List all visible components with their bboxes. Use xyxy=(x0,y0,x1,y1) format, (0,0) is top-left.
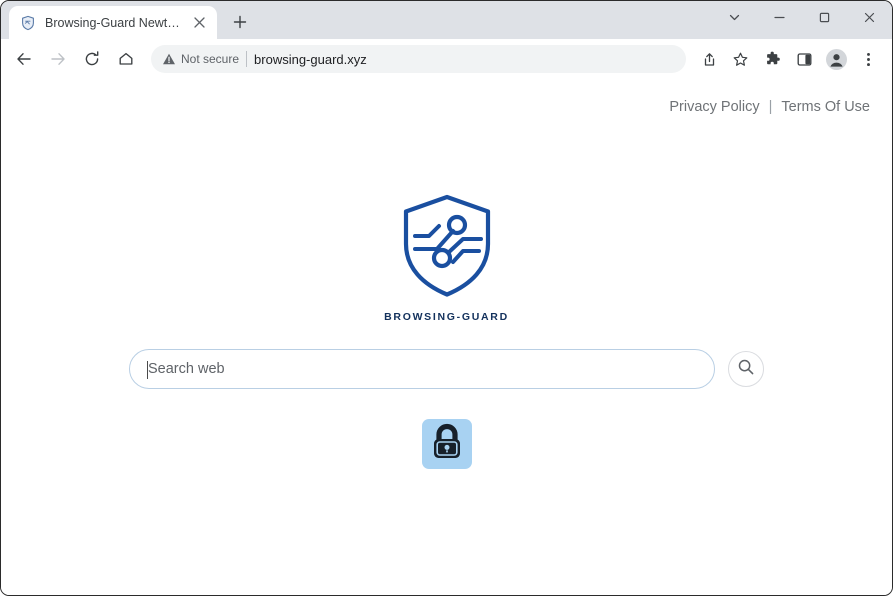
tab-strip: Browsing-Guard Newtab xyxy=(1,1,892,39)
browser-toolbar: Not secure browsing-guard.xyz xyxy=(1,39,892,79)
puzzle-icon[interactable] xyxy=(758,45,786,73)
browser-window: Browsing-Guard Newtab Not secure browsin… xyxy=(0,0,893,596)
search-box[interactable] xyxy=(129,349,715,389)
share-icon[interactable] xyxy=(694,45,722,73)
padlock-promo[interactable] xyxy=(1,419,892,469)
security-indicator[interactable]: Not secure xyxy=(162,52,239,66)
padlock-icon xyxy=(429,422,465,467)
text-caret xyxy=(147,361,148,379)
kebab-menu-icon[interactable] xyxy=(854,45,882,73)
close-icon[interactable] xyxy=(190,14,208,32)
arrow-left-icon[interactable] xyxy=(10,45,38,73)
page-content: Privacy Policy | Terms Of Use BROWSING-G… xyxy=(1,79,892,595)
brand-wordmark: BROWSING-GUARD xyxy=(384,311,509,323)
search-button[interactable] xyxy=(728,351,764,387)
omnibox-divider xyxy=(246,51,248,67)
search-icon xyxy=(737,358,755,381)
url-text: browsing-guard.xyz xyxy=(254,51,367,67)
tab-title: Browsing-Guard Newtab xyxy=(45,15,181,30)
padlock-tile[interactable] xyxy=(421,419,472,469)
reload-icon[interactable] xyxy=(78,45,106,73)
maximize-icon[interactable] xyxy=(802,1,847,34)
star-icon[interactable] xyxy=(726,45,754,73)
close-icon[interactable] xyxy=(847,1,892,34)
side-panel-icon[interactable] xyxy=(790,45,818,73)
search-row xyxy=(1,349,892,389)
privacy-policy-link[interactable]: Privacy Policy xyxy=(669,99,759,115)
page-header-links: Privacy Policy | Terms Of Use xyxy=(669,99,870,115)
browser-tab[interactable]: Browsing-Guard Newtab xyxy=(9,6,217,39)
shield-circuit-logo xyxy=(401,194,493,303)
brand-logo: BROWSING-GUARD xyxy=(1,194,892,323)
security-label: Not secure xyxy=(181,52,240,66)
home-icon[interactable] xyxy=(112,45,140,73)
new-tab-button[interactable] xyxy=(226,8,254,36)
minimize-icon[interactable] xyxy=(757,1,802,34)
address-bar[interactable]: Not secure browsing-guard.xyz xyxy=(151,45,686,73)
shield-icon xyxy=(20,15,36,31)
terms-of-use-link[interactable]: Terms Of Use xyxy=(781,99,870,115)
window-controls xyxy=(712,1,892,34)
warning-triangle-icon xyxy=(162,52,176,66)
chevron-down-icon[interactable] xyxy=(712,1,757,34)
search-input[interactable] xyxy=(148,350,696,388)
link-separator: | xyxy=(768,99,773,115)
arrow-right-icon xyxy=(44,45,72,73)
avatar-icon[interactable] xyxy=(822,45,850,73)
